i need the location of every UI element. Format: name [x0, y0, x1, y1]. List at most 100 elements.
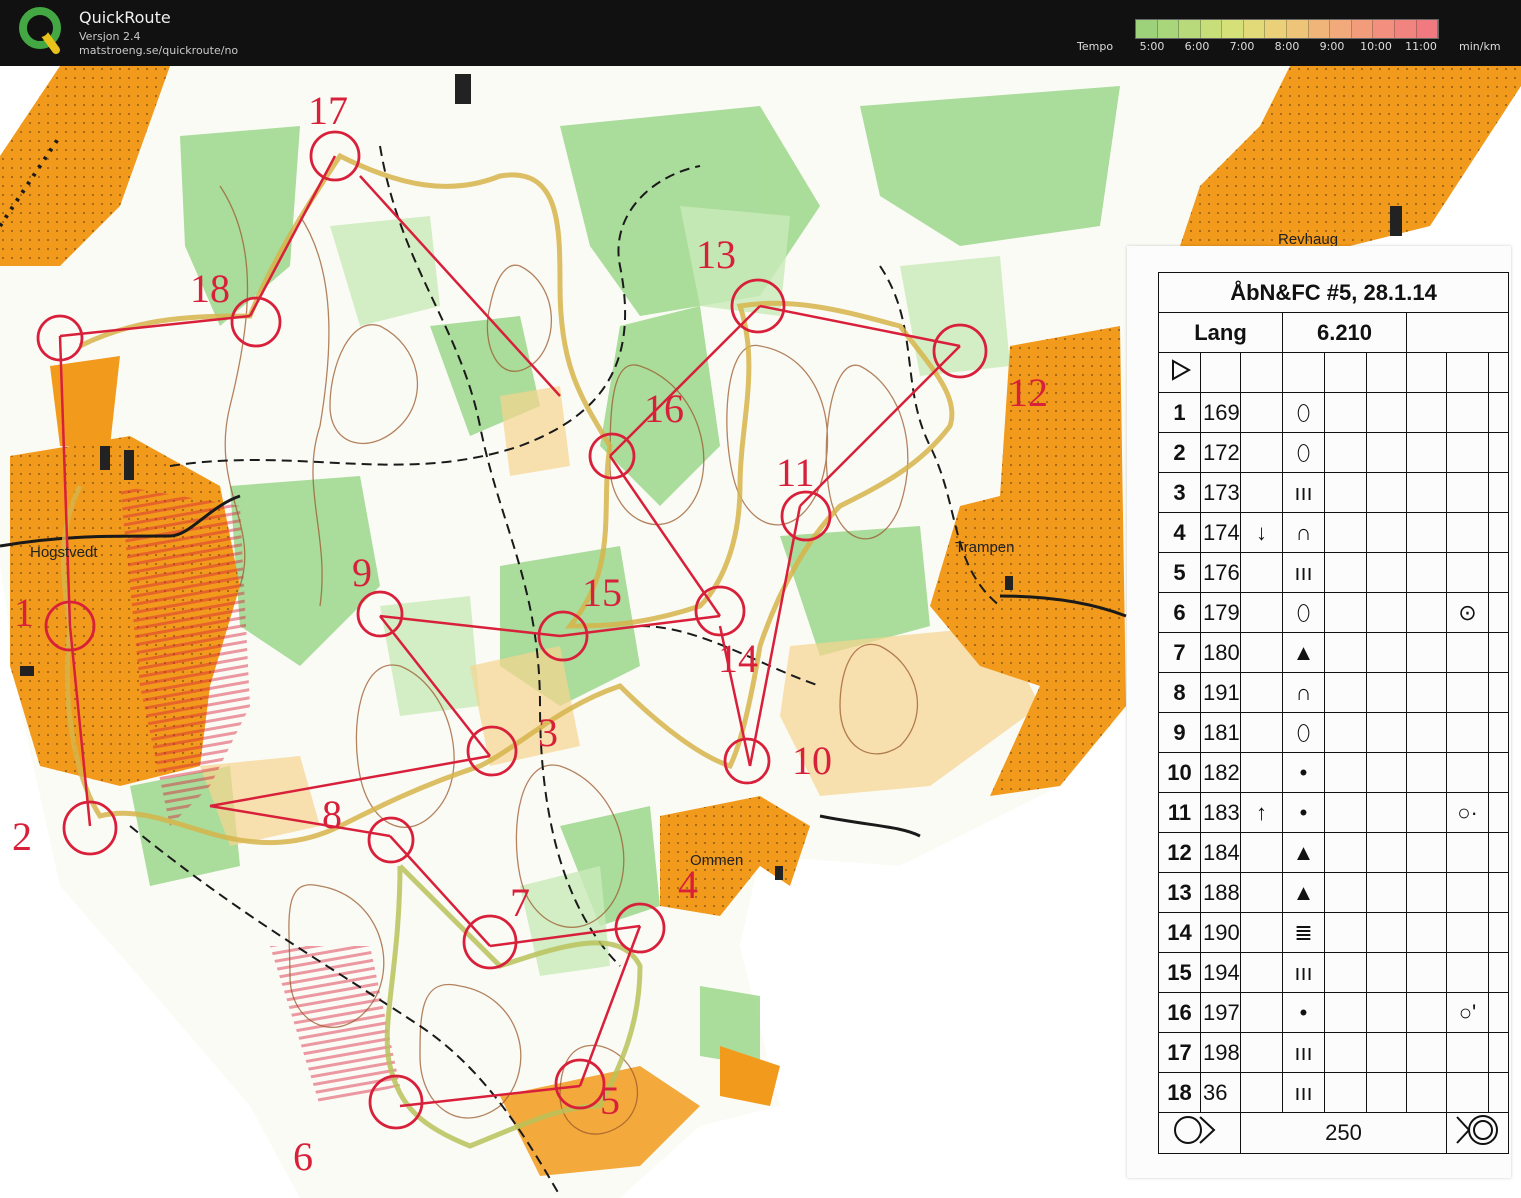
- control-number: 9: [352, 550, 372, 595]
- control-seq-number: 9: [1158, 712, 1201, 753]
- control-number: 11: [776, 450, 815, 495]
- control-seq-number: 15: [1158, 952, 1201, 993]
- control-number: 7: [510, 880, 530, 925]
- control-row: 7 180 ▲: [1158, 632, 1510, 673]
- quickroute-logo-icon: [19, 7, 61, 54]
- tempo-unit: min/km: [1459, 40, 1501, 53]
- course-length: 6.210: [1282, 312, 1407, 353]
- control-code: 184: [1200, 832, 1241, 873]
- direction-arrow-icon: [1240, 672, 1283, 713]
- control-seq-number: 7: [1158, 632, 1201, 673]
- location-symbol-icon: [1446, 472, 1489, 513]
- control-row: 11 183 ↑ • ○·: [1158, 792, 1510, 833]
- control-seq-number: 14: [1158, 912, 1201, 953]
- control-seq-number: 1: [1158, 392, 1201, 433]
- scale-swatch: [1330, 20, 1352, 38]
- control-number: 18: [190, 266, 230, 311]
- location-symbol-icon: [1446, 672, 1489, 713]
- control-code: 169: [1200, 392, 1241, 433]
- place-ommen: Ommen: [690, 852, 743, 869]
- scale-tick: 9:00: [1319, 40, 1345, 53]
- feature-symbol-icon: ▲: [1282, 872, 1325, 913]
- scale-swatch: [1222, 20, 1244, 38]
- control-number: 2: [12, 814, 32, 859]
- control-number: 3: [538, 710, 558, 755]
- location-symbol-icon: ○': [1446, 992, 1489, 1033]
- location-symbol-icon: [1446, 432, 1489, 473]
- feature-symbol-icon: ∩: [1282, 512, 1325, 553]
- control-seq-number: 16: [1158, 992, 1201, 1033]
- control-code: 182: [1200, 752, 1241, 793]
- control-seq-number: 5: [1158, 552, 1201, 593]
- control-seq-number: 13: [1158, 872, 1201, 913]
- control-row: 16 197 • ○': [1158, 992, 1510, 1033]
- feature-symbol-icon: ııı: [1282, 1072, 1325, 1113]
- control-code: 176: [1200, 552, 1241, 593]
- scale-tick: 5:00: [1139, 40, 1165, 53]
- direction-arrow-icon: [1240, 992, 1283, 1033]
- control-row: 10 182 •: [1158, 752, 1510, 793]
- control-code: 181: [1200, 712, 1241, 753]
- app-url[interactable]: matstroeng.se/quickroute/no: [79, 44, 238, 57]
- feature-symbol-icon: ▲: [1282, 632, 1325, 673]
- control-row: 1 169 ⬯: [1158, 392, 1510, 433]
- control-number: 8: [322, 792, 342, 837]
- control-row: 9 181 ⬯: [1158, 712, 1510, 753]
- control-code: 191: [1200, 672, 1241, 713]
- location-symbol-icon: [1446, 952, 1489, 993]
- control-row: 3 173 ııı: [1158, 472, 1510, 513]
- direction-arrow-icon: ↑: [1240, 792, 1283, 833]
- scale-swatch: [1394, 20, 1417, 38]
- feature-symbol-icon: •: [1282, 992, 1325, 1033]
- control-number: 6: [293, 1134, 313, 1179]
- control-code: 190: [1200, 912, 1241, 953]
- location-symbol-icon: [1446, 712, 1489, 753]
- app-title: QuickRoute: [79, 8, 171, 27]
- control-number: 4: [678, 862, 698, 907]
- direction-arrow-icon: [1240, 552, 1283, 593]
- location-symbol-icon: [1446, 632, 1489, 673]
- control-row: 15 194 ııı: [1158, 952, 1510, 993]
- location-symbol-icon: [1446, 872, 1489, 913]
- control-code: 179: [1200, 592, 1241, 633]
- feature-symbol-icon: ⬯: [1282, 432, 1325, 473]
- control-row: 12 184 ▲: [1158, 832, 1510, 873]
- place-hogstvedt: Hogstvedt: [30, 544, 98, 561]
- control-seq-number: 12: [1158, 832, 1201, 873]
- scale-tick: 6:00: [1184, 40, 1210, 53]
- control-code: 180: [1200, 632, 1241, 673]
- app-version: Versjon 2.4: [79, 30, 141, 43]
- control-seq-number: 2: [1158, 432, 1201, 473]
- location-symbol-icon: [1446, 1032, 1489, 1073]
- location-symbol-icon: [1446, 832, 1489, 873]
- feature-symbol-icon: ∩: [1282, 672, 1325, 713]
- control-code: 173: [1200, 472, 1241, 513]
- feature-symbol-icon: ııı: [1282, 952, 1325, 993]
- control-number: 14: [718, 636, 758, 681]
- control-code: 188: [1200, 872, 1241, 913]
- feature-symbol-icon: ııı: [1282, 472, 1325, 513]
- control-code: 197: [1200, 992, 1241, 1033]
- control-row: 5 176 ııı: [1158, 552, 1510, 593]
- control-code: 194: [1200, 952, 1241, 993]
- scale-swatch: [1416, 20, 1439, 38]
- scale-swatch: [1157, 20, 1180, 38]
- scale-tick: 10:00: [1360, 40, 1392, 53]
- control-number: 12: [1008, 370, 1048, 415]
- feature-symbol-icon: ▲: [1282, 832, 1325, 873]
- control-row: 6 179 ⬯ ⊙: [1158, 592, 1510, 633]
- control-description-table: ÅbN&FC #5, 28.1.14 Lang 6.210 1 169 ⬯ 2 172 ⬯…: [1157, 272, 1510, 1154]
- direction-arrow-icon: [1240, 432, 1283, 473]
- control-seq-number: 11: [1158, 792, 1201, 833]
- location-symbol-icon: [1446, 392, 1489, 433]
- control-row: 13 188 ▲: [1158, 872, 1510, 913]
- control-seq-number: 17: [1158, 1032, 1201, 1073]
- feature-symbol-icon: ııı: [1282, 552, 1325, 593]
- direction-arrow-icon: [1240, 752, 1283, 793]
- feature-symbol-icon: ııı: [1282, 1032, 1325, 1073]
- scale-swatch: [1265, 20, 1288, 38]
- direction-arrow-icon: [1240, 632, 1283, 673]
- tempo-label: Tempo: [1077, 40, 1114, 53]
- class-name: Lang: [1158, 312, 1283, 353]
- control-row: 4 174 ↓ ∩: [1158, 512, 1510, 553]
